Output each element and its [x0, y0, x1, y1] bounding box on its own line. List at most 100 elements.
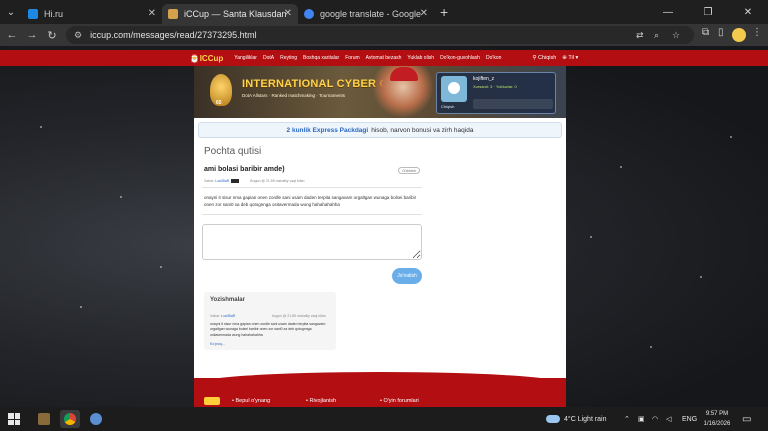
conversation-text: onayni it sisur nma gapian onen zordle s… [210, 322, 326, 337]
tab-search-icon[interactable]: ⌄ [0, 0, 22, 24]
message-body: onayni it sisur nma gapian onen zordle s… [204, 195, 417, 207]
profile-stats: Xursand: 3 · Yulduzlar: 0 [473, 84, 517, 89]
menu-icon[interactable]: ⋮ [752, 27, 762, 38]
message-date: Bugun @ 21:55 mahalliy vaqt bilan [250, 179, 305, 183]
send-button[interactable]: Jo'natish [392, 268, 422, 284]
reply-textarea[interactable] [202, 224, 422, 260]
clock-time: 9:57 PM [705, 411, 729, 417]
footer-link-play[interactable]: • Bepul o'ynang [232, 398, 270, 404]
footer-link-forums[interactable]: • O'yin forumlari [380, 398, 419, 404]
profile-toolbar[interactable] [473, 99, 553, 109]
tab-title: Hi.ru [44, 9, 64, 19]
language-indicator[interactable]: ENG [682, 407, 697, 431]
message-subject: ami bolasi baribir amde) [204, 166, 285, 173]
browser-tab-strip: ⌄ Hi.ru ✕ iCCup — Santa Klausdan kelga ✕… [0, 0, 768, 24]
tab-title: iCCup — Santa Klausdan kelga [184, 9, 288, 19]
taskbar: 4°C Light rain ⌃ ▣ ◠ ◁ ENG 9:57 PM 1/16/… [0, 407, 768, 431]
promo-text: hisob, narvon bonusi va zirh haqida [371, 126, 474, 134]
profile-logout-link[interactable]: Chiqish [441, 104, 454, 109]
profile-avatar[interactable] [732, 28, 746, 45]
level-medal-icon: 65 [210, 74, 232, 106]
tab-google[interactable]: google translate - Google Sear ✕ [298, 4, 434, 24]
cloud-rain-icon [546, 415, 560, 423]
conversation-title: Yozishmalar [210, 297, 245, 303]
conversation-date: bugun @ 21:55 mahalliy vaqt bilan [272, 314, 326, 318]
nav-forum[interactable]: Forum [345, 55, 359, 61]
reload-icon[interactable]: ↻ [42, 29, 62, 42]
zoom-icon[interactable]: ⌕ [654, 30, 659, 41]
divider [202, 187, 422, 188]
taskbar-app-chrome[interactable] [60, 410, 80, 428]
nav-download[interactable]: Yuklab olish [407, 55, 434, 61]
conversation-panel: Yozishmalar Xabar: Lxa35aR bugun @ 21:55… [204, 292, 336, 350]
start-button[interactable] [8, 413, 20, 425]
santa-hat-icon [390, 67, 418, 81]
tray-network-icon[interactable]: ▣ [638, 407, 645, 431]
tab-iccup[interactable]: iCCup — Santa Klausdan kelga ✕ [162, 4, 298, 24]
extensions-icon[interactable]: ⧉ [702, 27, 709, 38]
page-viewport: 🎅ICCup Yangiliklar DotA Reyting Boshqa x… [0, 46, 768, 407]
promo-banner[interactable]: 2 kunlik Express Packdagi hisob, narvon … [198, 122, 562, 138]
profile-username[interactable]: kojiften_z [473, 76, 494, 82]
footer-link-dev[interactable]: • Rivojlanish [306, 398, 336, 404]
site-footer: • Bepul o'ynang • Rivojlanish • O'yin fo… [194, 372, 566, 407]
new-tab-button[interactable]: + [440, 4, 448, 20]
conversation-meta: Xabar: Lxa35aR bugun @ 21:55 mahalliy va… [210, 314, 326, 318]
hi-favicon-icon [28, 9, 38, 19]
nav-other-maps[interactable]: Boshqa xaritalar [303, 55, 339, 61]
footer-logo[interactable] [204, 397, 220, 405]
translate-icon[interactable]: ⇄ [636, 30, 644, 41]
address-bar[interactable]: ⚙ iccup.com/messages/read/27373295.html … [66, 26, 694, 44]
sender-badge-icon [231, 179, 240, 184]
url-text: iccup.com/messages/read/27373295.html [90, 30, 257, 40]
close-tab-icon[interactable]: ✕ [148, 8, 156, 19]
tray-chevron-icon[interactable]: ⌃ [624, 407, 630, 431]
nav-shop-verify[interactable]: Do'kon-guvohlash [440, 55, 480, 61]
tray-wifi-icon[interactable]: ◠ [652, 407, 658, 431]
user-profile-box: Chiqish kojiften_z Xursand: 3 · Yulduzla… [436, 72, 556, 114]
notification-icon[interactable]: ▭ [742, 407, 751, 431]
nav-logout[interactable]: ⚲ Chiqish [532, 55, 556, 61]
nav-rating[interactable]: Reyting [280, 55, 297, 61]
minimize-icon[interactable]: — [648, 0, 688, 24]
tray-volume-icon[interactable]: ◁ [666, 407, 671, 431]
banner-subtitle: DotA Allstars · Ranked matchmaking · Tou… [242, 93, 345, 98]
weather-temp: 4°C [564, 415, 576, 423]
iccup-favicon-icon [168, 9, 178, 19]
clock[interactable]: 9:57 PM 1/16/2026 [700, 409, 734, 429]
promo-highlight[interactable]: 2 kunlik Express Packdagi [287, 127, 369, 134]
nav-news[interactable]: Yangiliklar [234, 55, 257, 61]
sidebar-icon[interactable]: ▯ [718, 27, 724, 38]
nav-auto[interactable]: Avtomat bezash [366, 55, 402, 61]
page-title: Pochta qutisi [204, 146, 262, 157]
site-info-icon[interactable]: ⚙ [74, 30, 82, 41]
delete-button[interactable]: O'chirish [398, 167, 420, 174]
google-favicon-icon [304, 9, 314, 19]
tab-title: google translate - Google Sear [320, 9, 424, 19]
content-panel: 65 INTERNATIONAL CYBER CUP DotA Allstars… [194, 66, 566, 407]
site-nav-bar: 🎅ICCup Yangiliklar DotA Reyting Boshqa x… [0, 50, 768, 66]
conversation-more-link[interactable]: Ko'proq... [210, 342, 225, 346]
conversation-user-link[interactable]: Lxa35aR [221, 314, 235, 318]
weather-text: Light rain [577, 415, 607, 423]
user-avatar[interactable] [441, 76, 467, 102]
nav-dota[interactable]: DotA [263, 55, 274, 61]
site-logo[interactable]: 🎅ICCup [190, 54, 224, 63]
tab-hi-ru[interactable]: Hi.ru ✕ [22, 4, 162, 24]
browser-toolbar: ← → ↻ ⚙ iccup.com/messages/read/27373295… [0, 24, 768, 46]
close-tab-icon[interactable]: ✕ [420, 8, 428, 19]
sender-link[interactable]: Lxa35aR [215, 179, 229, 183]
back-icon[interactable]: ← [2, 29, 22, 41]
restore-icon[interactable]: ❐ [688, 0, 728, 24]
close-tab-icon[interactable]: ✕ [284, 8, 292, 19]
tournament-banner[interactable]: 65 INTERNATIONAL CYBER CUP DotA Allstars… [194, 66, 566, 118]
forward-icon[interactable]: → [22, 29, 42, 41]
taskbar-app-other[interactable] [86, 410, 106, 428]
taskbar-app-files[interactable] [34, 410, 54, 428]
message-meta: Xabar: Lxa35aR Bugun @ 21:55 mahalliy va… [204, 179, 305, 184]
nav-language[interactable]: ⊕ Til ▾ [562, 55, 578, 61]
nav-shop[interactable]: Do'kon [486, 55, 501, 61]
bookmark-star-icon[interactable]: ☆ [672, 30, 680, 41]
weather-widget[interactable]: 4°C Light rain [546, 407, 607, 431]
close-window-icon[interactable]: ✕ [728, 0, 768, 24]
